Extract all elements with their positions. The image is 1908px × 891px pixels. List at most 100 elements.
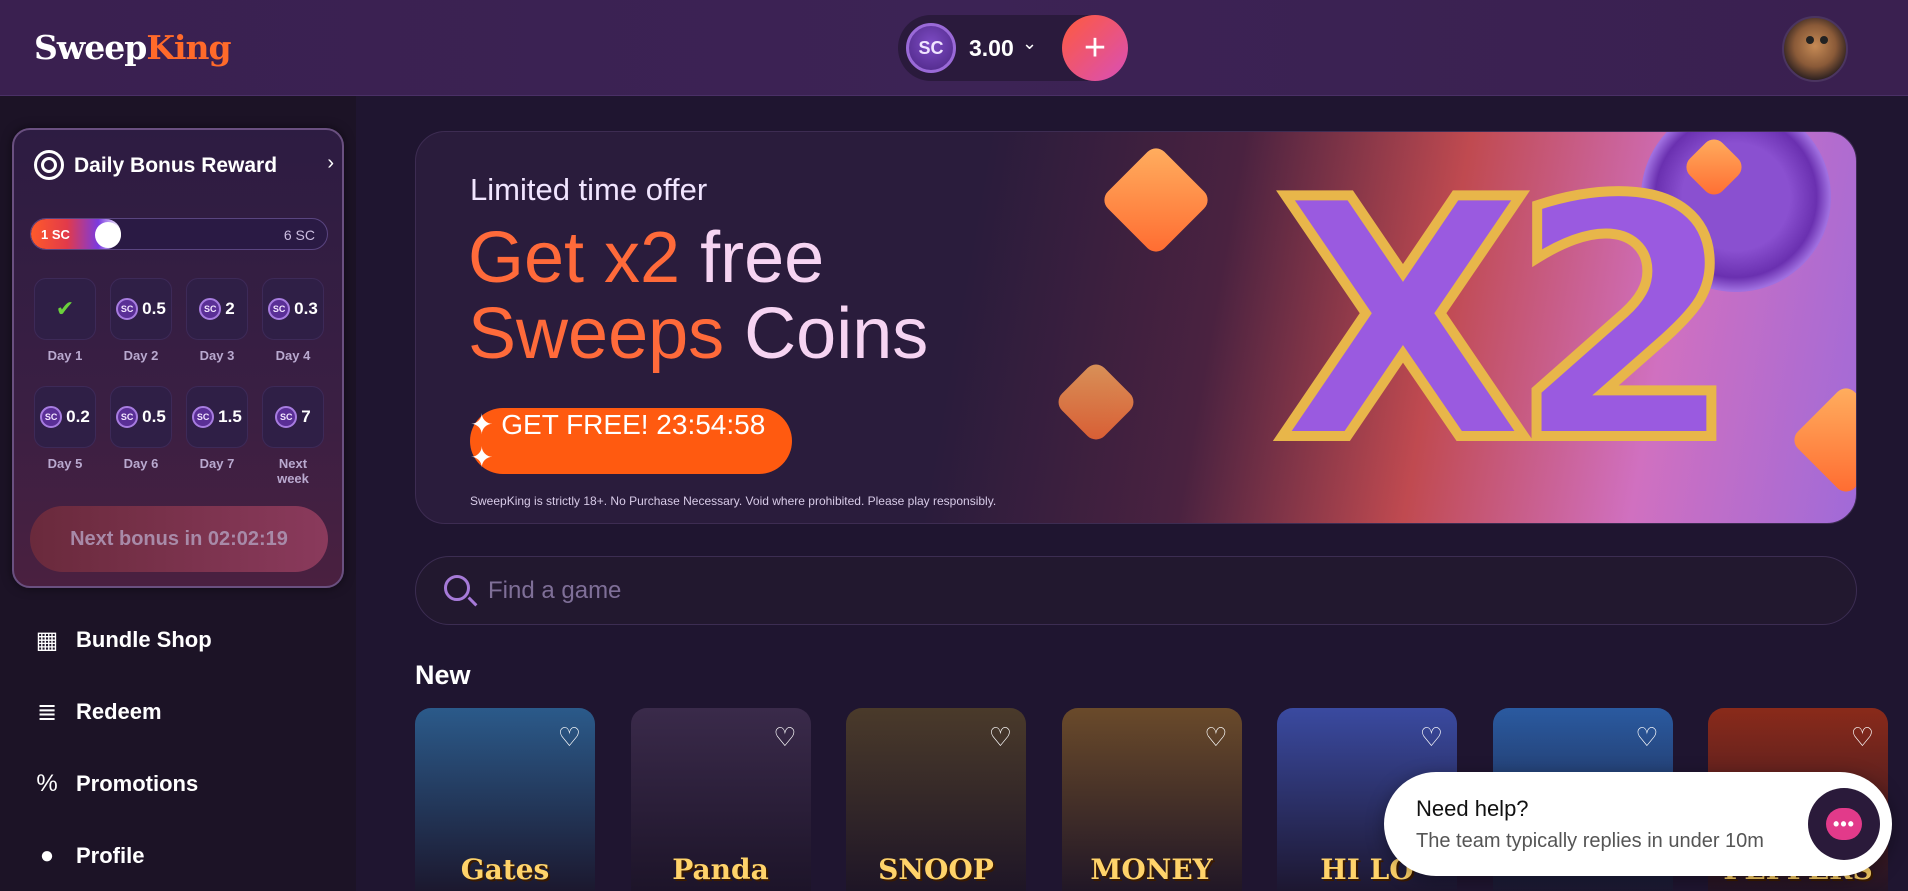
sidebar-item-promotions[interactable]: % Promotions (32, 764, 312, 804)
game-tile[interactable]: SNOOP ♡ (846, 708, 1026, 891)
bonus-day-label: Next week (277, 456, 309, 486)
diamond-graphic (1053, 359, 1139, 445)
progress-start-label: 1 SC (41, 227, 70, 242)
bonus-day-box: SC 0.5 (110, 278, 172, 340)
bonus-day: SC 0.3 Day 4 (262, 278, 324, 366)
bonus-day-value: 7 (301, 407, 311, 426)
heart-icon[interactable]: ♡ (989, 722, 1012, 753)
bonus-day-box: SC 0.2 (34, 386, 96, 448)
logo-sweep-text: Sweep (34, 28, 147, 67)
bonus-day: ✔ Day 1 (34, 278, 96, 366)
sweeps-coin-icon: SC (116, 406, 139, 428)
add-funds-button[interactable]: + (1062, 15, 1128, 81)
game-title: Panda (672, 853, 769, 886)
game-title: SNOOP (878, 853, 994, 886)
bonus-day-value: 2 (225, 299, 235, 318)
chat-icon: ••• (1826, 808, 1862, 840)
headline-part: free (680, 218, 825, 298)
bonus-day-label: Day 3 (199, 348, 235, 363)
bonus-day: SC 0.2 Day 5 (34, 386, 96, 474)
shop-icon: ▦ (35, 626, 59, 654)
help-widget[interactable]: Need help? The team typically replies in… (1384, 772, 1892, 876)
get-free-button[interactable]: ✦ GET FREE! 23:54:58 ✦ (470, 408, 792, 474)
bonus-day: SC 7 Next week (262, 386, 324, 486)
sweeps-coin-icon: SC (116, 298, 139, 320)
game-title: Gates (460, 853, 550, 886)
game-tile[interactable]: Gates ♡ (415, 708, 595, 891)
balance-selector[interactable]: SC 3.00 ⌄ + (898, 15, 1128, 81)
banner-disclaimer: SweepKing is strictly 18+. No Purchase N… (470, 494, 997, 508)
headline-part: Get x2 (468, 218, 681, 298)
user-icon: ● (39, 842, 55, 869)
chat-button[interactable]: ••• (1808, 788, 1880, 860)
progress-knob (94, 222, 121, 248)
bonus-day-label: Day 5 (47, 456, 83, 471)
headline-part: Sweeps (468, 294, 725, 374)
sidebar-item-bundle-shop[interactable]: ▦ Bundle Shop (32, 620, 312, 660)
bonus-day-value: 0.3 (294, 299, 318, 318)
bonus-day: SC 1.5 Day 7 (186, 386, 248, 474)
daily-bonus-card: Daily Bonus Reward › 1 SC 6 SC ✔ Day 1 SC 0… (12, 128, 344, 588)
daily-bonus-header[interactable]: Daily Bonus Reward › (34, 150, 334, 180)
sweeps-coin-icon: SC (275, 406, 298, 428)
heart-icon[interactable]: ♡ (1635, 722, 1658, 753)
bonus-day-label: Day 6 (123, 456, 159, 471)
game-tile[interactable]: MONEY ♡ (1061, 708, 1242, 891)
bonus-progress-bar: 1 SC 6 SC (30, 218, 328, 250)
heart-icon[interactable]: ♡ (1420, 722, 1443, 753)
search-icon (444, 575, 470, 601)
chevron-right-icon[interactable]: › (327, 152, 334, 175)
sidebar-item-label: Redeem (76, 699, 162, 724)
sweeps-coin-icon: SC (192, 406, 215, 428)
percent-icon: % (36, 770, 58, 797)
bonus-day-label: Day 2 (123, 348, 159, 363)
bonus-day: SC 0.5 Day 6 (110, 386, 172, 474)
sidebar-item-label: Promotions (76, 771, 199, 796)
game-title: MONEY (1090, 853, 1213, 886)
bonus-day-label: Day 1 (47, 348, 83, 363)
bonus-day-value: 1.5 (218, 407, 242, 426)
bonus-day-box: ✔ (34, 278, 96, 340)
help-subtitle: The team typically replies in under 10m (1416, 830, 1764, 852)
bonus-day-box: SC 7 (262, 386, 324, 448)
bonus-day-label: Day 7 (199, 456, 235, 471)
bonus-day-box: SC 1.5 (186, 386, 248, 448)
game-tile[interactable]: Panda ♡ (630, 708, 811, 891)
bonus-day-value: 0.5 (142, 299, 166, 318)
logo-king-text: King (146, 28, 231, 67)
x2-graphic: X2 (1271, 131, 1745, 514)
user-avatar[interactable] (1782, 16, 1848, 82)
sweeps-coin-icon: SC (40, 406, 63, 428)
game-search[interactable] (415, 556, 1857, 625)
top-header: SweepKing SC 3.00 ⌄ + (0, 0, 1908, 96)
headline-part: Coins (724, 294, 929, 374)
sweeps-coin-icon: SC (199, 298, 222, 320)
sidebar-item-profile[interactable]: ● Profile (32, 836, 312, 876)
heart-icon[interactable]: ♡ (1851, 722, 1874, 753)
heart-icon[interactable]: ♡ (773, 722, 796, 753)
help-title: Need help? (1416, 796, 1529, 821)
bonus-day: SC 2 Day 3 (186, 278, 248, 366)
sidebar-item-redeem[interactable]: ≣ Redeem (32, 692, 312, 732)
bonus-day-value: 0.5 (142, 407, 166, 426)
bonus-day: SC 0.5 Day 2 (110, 278, 172, 366)
site-logo[interactable]: SweepKing (34, 28, 232, 67)
sweeps-coin-icon: SC (268, 298, 291, 320)
heart-icon[interactable]: ♡ (558, 722, 581, 753)
diamond-graphic (1099, 143, 1213, 257)
next-bonus-button[interactable]: Next bonus in 02:02:19 (30, 506, 328, 572)
sidebar-item-label: Profile (76, 843, 145, 868)
heart-icon[interactable]: ♡ (1204, 722, 1227, 753)
bonus-day-box: SC 0.5 (110, 386, 172, 448)
daily-bonus-title: Daily Bonus Reward (74, 154, 278, 177)
promo-banner[interactable]: X2 Limited time offer Get x2 free Sweeps… (415, 131, 1857, 524)
sweeps-coin-icon: SC (906, 23, 956, 73)
sidebar-item-label: Bundle Shop (76, 627, 212, 652)
target-icon (34, 150, 64, 180)
bonus-day-box: SC 2 (186, 278, 248, 340)
bonus-day-label: Day 4 (275, 348, 311, 363)
search-input[interactable] (488, 573, 1788, 609)
chevron-down-icon[interactable]: ⌄ (1022, 33, 1037, 54)
bonus-day-value: 0.2 (66, 407, 90, 426)
balance-amount: 3.00 (969, 35, 1014, 61)
